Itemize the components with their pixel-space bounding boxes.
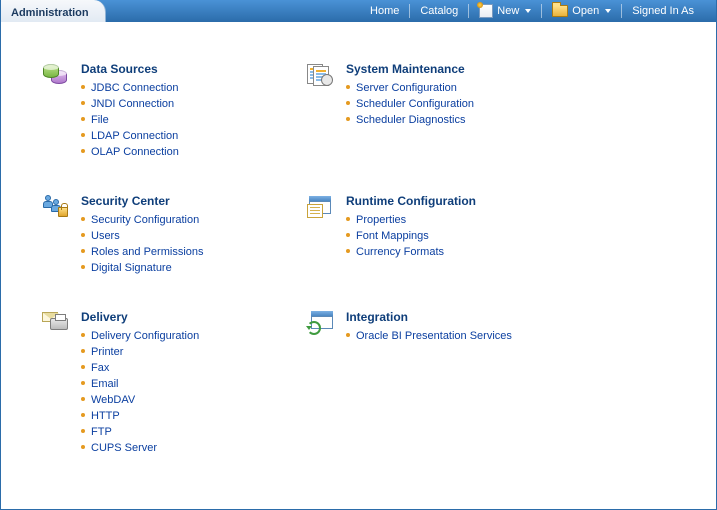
- section-title: Data Sources: [81, 62, 179, 80]
- chevron-down-icon: [525, 9, 531, 13]
- link-item: Security Configuration: [81, 212, 204, 228]
- runtime-configuration-icon: [306, 194, 336, 220]
- admin-link[interactable]: Properties: [356, 214, 406, 226]
- separator: [409, 4, 410, 18]
- link-item: JNDI Connection: [81, 96, 179, 112]
- link-item: Fax: [81, 360, 199, 376]
- section-links: Properties Font Mappings Currency Formats: [346, 212, 476, 260]
- admin-content: Data Sources JDBC Connection JNDI Connect…: [1, 22, 716, 470]
- section-links: Server Configuration Scheduler Configurat…: [346, 80, 474, 128]
- link-item: Properties: [346, 212, 476, 228]
- admin-link[interactable]: LDAP Connection: [91, 130, 178, 142]
- new-menu[interactable]: New: [471, 0, 539, 22]
- section-title: Runtime Configuration: [346, 194, 476, 212]
- admin-link[interactable]: Fax: [91, 362, 109, 374]
- admin-link[interactable]: HTTP: [91, 410, 120, 422]
- section-links: Oracle BI Presentation Services: [346, 328, 512, 344]
- link-item: Roles and Permissions: [81, 244, 204, 260]
- section-links: JDBC Connection JNDI Connection File LDAP C…: [81, 80, 179, 160]
- link-item: Oracle BI Presentation Services: [346, 328, 512, 344]
- admin-link[interactable]: CUPS Server: [91, 442, 157, 454]
- link-item: Printer: [81, 344, 199, 360]
- link-item: JDBC Connection: [81, 80, 179, 96]
- link-item: Server Configuration: [346, 80, 474, 96]
- link-item: Email: [81, 376, 199, 392]
- admin-link[interactable]: Scheduler Configuration: [356, 98, 474, 110]
- section-links: Security Configuration Users Roles and Per…: [81, 212, 204, 276]
- signed-in-menu[interactable]: Signed In As: [624, 0, 702, 22]
- home-link[interactable]: Home: [362, 0, 407, 22]
- chevron-down-icon: [605, 9, 611, 13]
- link-item: Delivery Configuration: [81, 328, 199, 344]
- separator: [621, 4, 622, 18]
- section-runtime-configuration: Runtime Configuration Properties Font Map…: [306, 194, 636, 276]
- section-integration: Integration Oracle BI Presentation Servi…: [306, 310, 636, 456]
- admin-link[interactable]: Server Configuration: [356, 82, 457, 94]
- link-item: Digital Signature: [81, 260, 204, 276]
- section-title: System Maintenance: [346, 62, 474, 80]
- system-maintenance-icon: [306, 62, 336, 88]
- section-system-maintenance: System Maintenance Server ConfigurationS…: [306, 62, 636, 160]
- admin-link[interactable]: Email: [91, 378, 119, 390]
- link-item: Scheduler Configuration: [346, 96, 474, 112]
- section-security-center: Security Center Security Configuration Us…: [41, 194, 306, 276]
- page-tab: Administration: [1, 0, 106, 22]
- catalog-link[interactable]: Catalog: [412, 0, 466, 22]
- link-item: File: [81, 112, 179, 128]
- delivery-icon: [41, 310, 71, 336]
- link-item: Scheduler Diagnostics: [346, 112, 474, 128]
- admin-link[interactable]: Scheduler Diagnostics: [356, 114, 465, 126]
- link-item: OLAP Connection: [81, 144, 179, 160]
- separator: [541, 4, 542, 18]
- top-toolbar: Administration Home Catalog New Open Sig…: [1, 0, 716, 22]
- link-item: HTTP: [81, 408, 199, 424]
- admin-link[interactable]: FTP: [91, 426, 112, 438]
- admin-link[interactable]: JNDI Connection: [91, 98, 174, 110]
- link-item: Currency Formats: [346, 244, 476, 260]
- integration-icon: [306, 310, 336, 336]
- section-title: Security Center: [81, 194, 204, 212]
- top-links: Home Catalog New Open Signed In As: [362, 0, 716, 22]
- link-item: WebDAV: [81, 392, 199, 408]
- link-item: CUPS Server: [81, 440, 199, 456]
- page-title: Administration: [11, 7, 89, 19]
- admin-link[interactable]: Printer: [91, 346, 123, 358]
- link-item: FTP: [81, 424, 199, 440]
- admin-link[interactable]: Currency Formats: [356, 246, 444, 258]
- admin-link[interactable]: OLAP Connection: [91, 146, 179, 158]
- admin-link[interactable]: Digital Signature: [91, 262, 172, 274]
- link-item: Users: [81, 228, 204, 244]
- separator: [468, 4, 469, 18]
- link-item: LDAP Connection: [81, 128, 179, 144]
- section-title: Delivery: [81, 310, 199, 328]
- admin-link[interactable]: Users: [91, 230, 120, 242]
- section-delivery: Delivery Delivery Configuration Printer Fa…: [41, 310, 306, 456]
- admin-link[interactable]: WebDAV: [91, 394, 135, 406]
- admin-link[interactable]: Roles and Permissions: [91, 246, 204, 258]
- new-document-icon: [479, 4, 493, 18]
- open-menu[interactable]: Open: [544, 0, 619, 22]
- section-links: Delivery Configuration Printer Fax Email Web…: [81, 328, 199, 456]
- admin-link[interactable]: Oracle BI Presentation Services: [356, 330, 512, 342]
- admin-link[interactable]: File: [91, 114, 109, 126]
- admin-link[interactable]: Font Mappings: [356, 230, 429, 242]
- section-title: Integration: [346, 310, 512, 328]
- folder-open-icon: [552, 5, 568, 17]
- link-item: Font Mappings: [346, 228, 476, 244]
- admin-link[interactable]: JDBC Connection: [91, 82, 178, 94]
- data-sources-icon: [41, 62, 71, 88]
- admin-link[interactable]: Delivery Configuration: [91, 330, 199, 342]
- section-data-sources: Data Sources JDBC Connection JNDI Connect…: [41, 62, 306, 160]
- admin-link[interactable]: Security Configuration: [91, 214, 199, 226]
- security-center-icon: [41, 194, 71, 220]
